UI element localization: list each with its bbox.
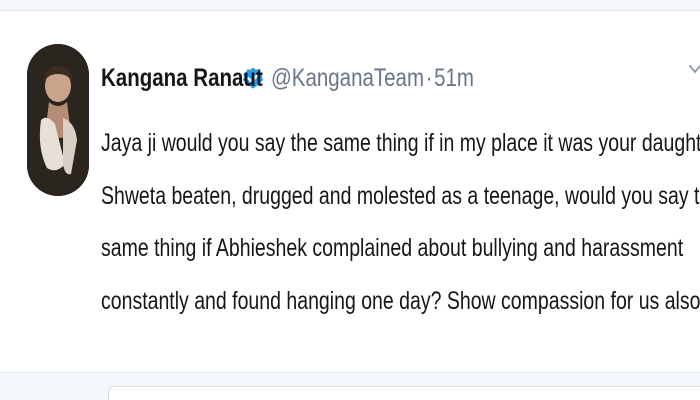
author-name[interactable]: Kangana Ranaut (101, 64, 263, 93)
tweet-text-line-2: Shweta beaten, drugged and molested as a… (101, 181, 700, 210)
next-tweet-edge (108, 386, 700, 400)
top-divider (0, 0, 700, 11)
tweet-text-line-1: Jaya ji would you say the same thing if … (101, 129, 700, 157)
tweet-text: Jaya ji would you say the same thing if … (101, 117, 700, 328)
tweet-text-line-4-text: constantly and found hanging one day? Sh… (101, 286, 700, 315)
avatar[interactable] (27, 44, 89, 196)
tweet-timestamp[interactable]: 51m (434, 64, 474, 92)
tweet-card: Kangana Ranaut @KanganaTeam·51m Jaya ji … (0, 0, 700, 400)
chevron-down-icon[interactable] (688, 62, 700, 76)
tweet-header: Kangana Ranaut @KanganaTeam·51m (101, 58, 519, 98)
tweet-text-line-4: constantly and found hanging one day? Sh… (101, 275, 700, 328)
meta-separator: · (425, 63, 433, 92)
tweet-meta: @KanganaTeam·51m (271, 64, 474, 93)
tweet-text-line-3: same thing if Abhieshek complained about… (101, 234, 684, 262)
author-handle[interactable]: @KanganaTeam (271, 64, 424, 92)
